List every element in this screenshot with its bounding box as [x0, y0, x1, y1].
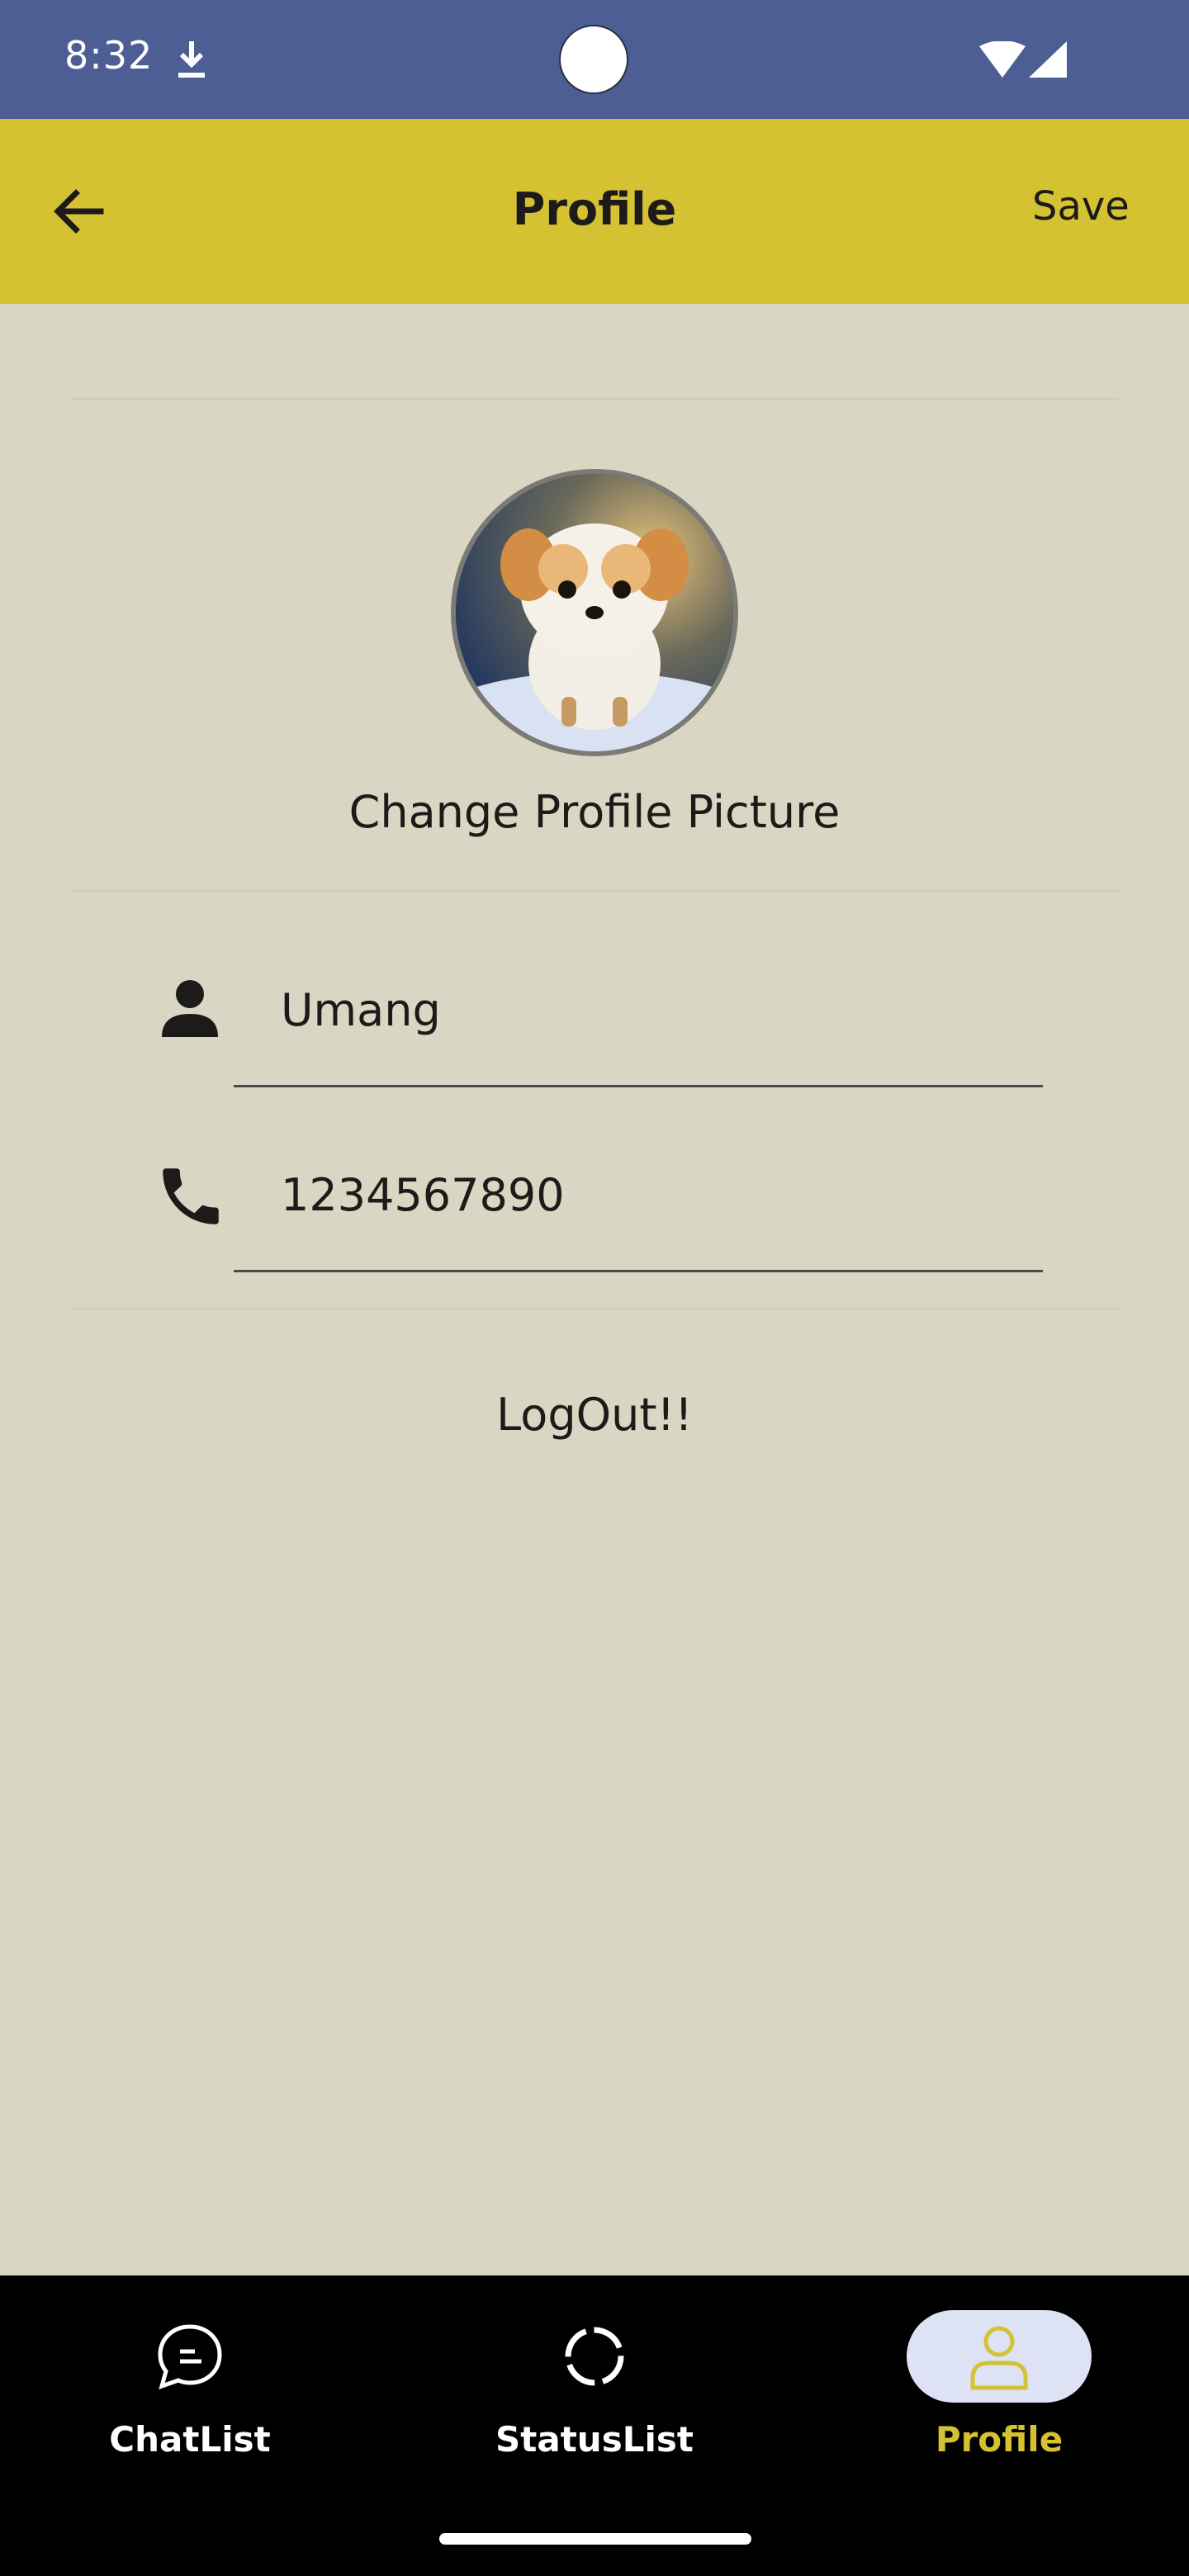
cellular-signal-icon: [1029, 41, 1067, 78]
person-icon: [162, 980, 218, 1037]
nav-item-chatlist[interactable]: ChatList: [66, 2304, 314, 2493]
nav-item-statuslist[interactable]: StatusList: [471, 2304, 718, 2493]
nav-label-chatlist: ChatList: [109, 2419, 271, 2460]
logout-button[interactable]: LogOut!!: [0, 1389, 1189, 1441]
change-profile-picture-button[interactable]: Change Profile Picture: [0, 786, 1189, 838]
nav-label-statuslist: StatusList: [495, 2419, 694, 2460]
phone-icon: [163, 1168, 219, 1224]
home-indicator[interactable]: [439, 2533, 751, 2545]
puppy-avatar-image: [456, 474, 733, 751]
download-icon: [178, 41, 205, 78]
wifi-icon: [979, 41, 1026, 78]
divider: [71, 890, 1118, 892]
phone-input[interactable]: [281, 1166, 1024, 1224]
person-outline-icon: [970, 2326, 1028, 2390]
phone-input-underline: [234, 1270, 1043, 1272]
nav-label-profile: Profile: [935, 2419, 1063, 2460]
page-title: Profile: [512, 183, 677, 235]
save-button[interactable]: Save: [1032, 183, 1130, 230]
avatar[interactable]: [451, 469, 738, 756]
nav-item-profile[interactable]: Profile: [875, 2304, 1123, 2493]
divider: [71, 398, 1118, 400]
status-ring-icon: [565, 2327, 624, 2386]
status-time: 8:32: [64, 33, 154, 78]
name-input-underline: [234, 1085, 1043, 1087]
front-camera-cutout: [559, 25, 628, 94]
chat-bubble-icon: [158, 2324, 222, 2389]
name-input[interactable]: [281, 981, 1024, 1039]
divider: [71, 1308, 1118, 1309]
